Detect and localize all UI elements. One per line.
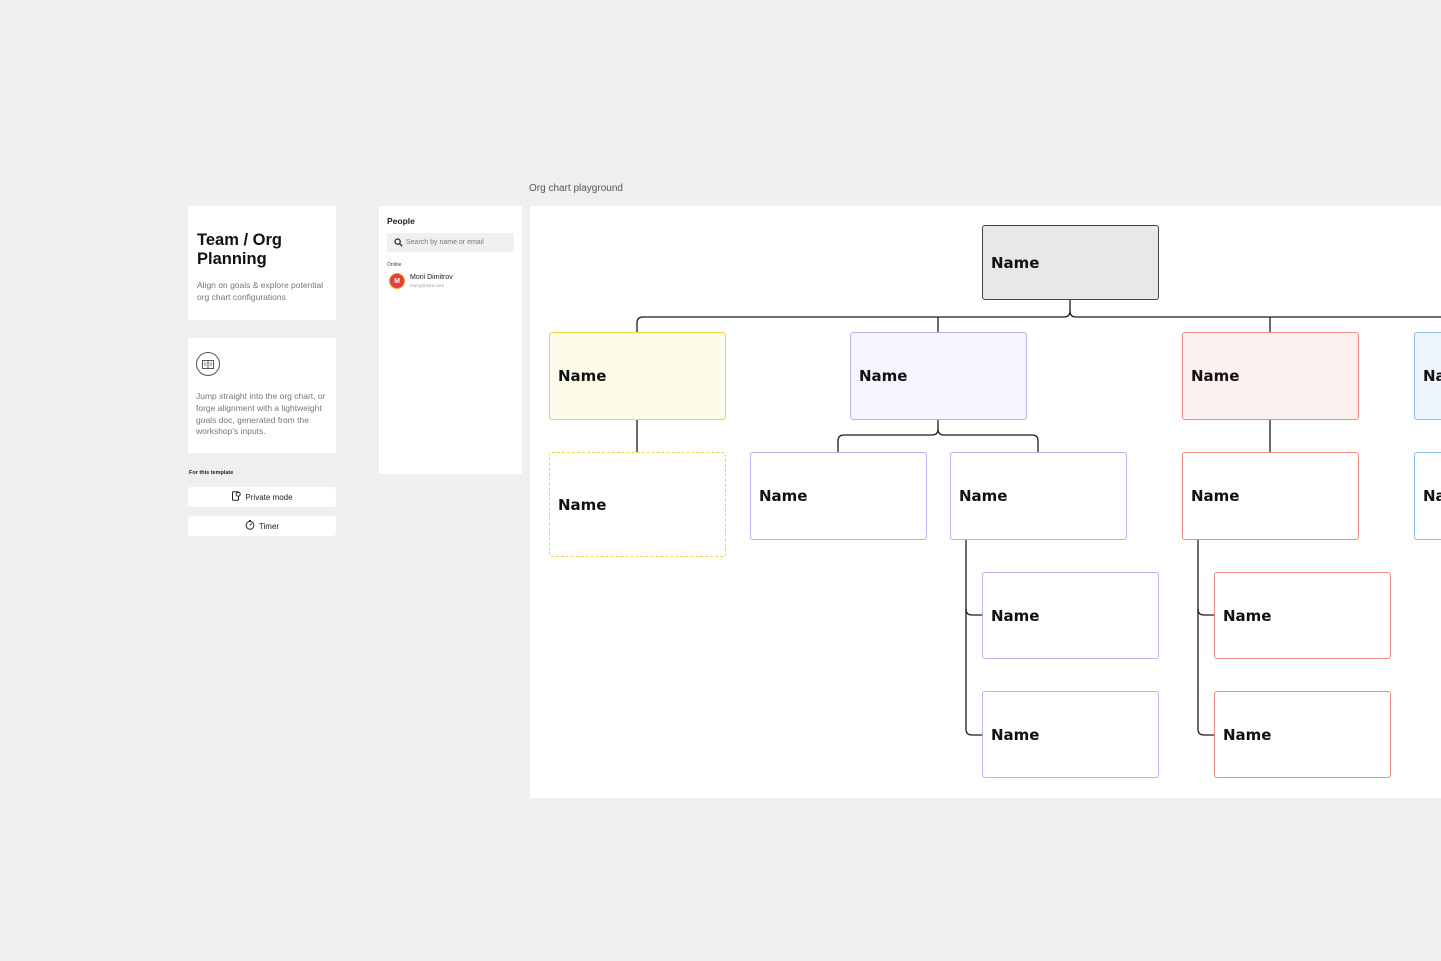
org-node-purple-sub-2[interactable]: Name — [982, 691, 1159, 778]
template-description: Align on goals & explore potential org c… — [197, 280, 324, 302]
org-node-yellow-head[interactable]: Name — [549, 332, 726, 420]
people-panel: People Search by name or email Online M … — [379, 206, 522, 474]
book-open-icon — [196, 352, 220, 376]
org-node-red-head[interactable]: Name — [1182, 332, 1359, 420]
org-node-red-sub-2[interactable]: Name — [1214, 691, 1391, 778]
private-mode-button[interactable]: Private mode — [188, 487, 336, 507]
online-section-label: Online — [387, 262, 402, 268]
timer-label: Timer — [258, 521, 280, 531]
user-name: Moni Dimitrov — [410, 274, 453, 281]
org-node-root[interactable]: Name — [982, 225, 1159, 300]
org-node-red-child[interactable]: Name — [1182, 452, 1359, 540]
timer-button[interactable]: Timer — [188, 516, 336, 536]
org-chart-frame[interactable]: Name Name Name Name Name Name Name Name … — [530, 206, 1441, 798]
template-title: Team / Org Planning — [197, 231, 282, 268]
search-icon — [394, 238, 403, 247]
people-search-input[interactable]: Search by name or email — [387, 233, 514, 252]
avatar[interactable]: M — [389, 273, 405, 289]
private-mode-icon — [231, 491, 242, 503]
frame-title[interactable]: Org chart playground — [529, 183, 623, 194]
whiteboard-canvas[interactable]: Team / Org Planning Align on goals & exp… — [0, 0, 1441, 961]
org-node-red-sub-1[interactable]: Name — [1214, 572, 1391, 659]
private-mode-label: Private mode — [245, 492, 293, 502]
template-section-label: For this template — [189, 470, 234, 476]
goals-doc-card[interactable]: Jump straight into the org chart, or for… — [188, 338, 336, 453]
people-panel-title: People — [387, 216, 415, 226]
org-node-purple-sub-1[interactable]: Name — [982, 572, 1159, 659]
org-node-purple-head[interactable]: Name — [850, 332, 1027, 420]
org-node-blue-child[interactable]: Na — [1414, 452, 1441, 540]
user-email: mony@miro.com — [410, 283, 445, 288]
org-node-yellow-child[interactable]: Name — [549, 452, 726, 557]
template-info-card: Team / Org Planning Align on goals & exp… — [188, 206, 336, 320]
org-node-purple-child-1[interactable]: Name — [750, 452, 927, 540]
timer-icon — [245, 520, 255, 532]
org-node-purple-child-2[interactable]: Name — [950, 452, 1127, 540]
org-node-blue-head[interactable]: Na — [1414, 332, 1441, 420]
search-placeholder: Search by name or email — [406, 239, 484, 246]
goals-doc-description: Jump straight into the org chart, or for… — [196, 391, 326, 437]
